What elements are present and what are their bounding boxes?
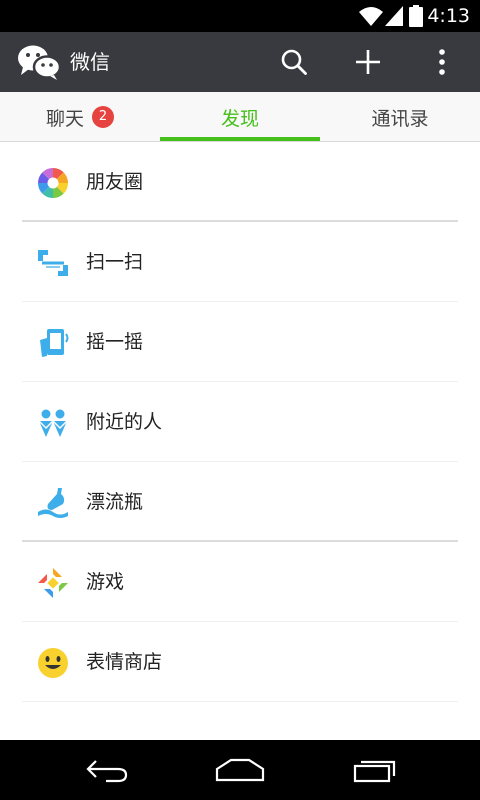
list-item-label: 游戏 (86, 571, 125, 593)
tab-label: 通讯录 (371, 107, 429, 130)
home-button[interactable] (210, 754, 270, 786)
sticker-store-icon (38, 648, 68, 678)
moments-icon (38, 168, 68, 198)
status-bar: 4:13 (0, 0, 480, 32)
wechat-logo-icon (18, 45, 62, 80)
add-button[interactable] (348, 42, 388, 82)
drift-bottle-icon (38, 488, 68, 518)
back-button[interactable] (77, 754, 137, 786)
recent-apps-button[interactable] (345, 754, 405, 786)
row-divider (22, 701, 458, 702)
back-icon (86, 760, 128, 783)
shake-icon (40, 329, 69, 357)
recent-apps-icon (353, 760, 396, 783)
list-item-shake[interactable]: 摇一摇 (0, 302, 480, 382)
list-item-scan[interactable]: 扫一扫 (0, 222, 480, 302)
more-vertical-icon (439, 49, 445, 75)
tab-chats[interactable]: 聊天 2 (0, 92, 160, 142)
status-clock: 4:13 (427, 5, 470, 27)
unread-badge: 2 (92, 106, 114, 128)
scan-icon (38, 250, 68, 276)
list-item-drift-bottle[interactable]: 漂流瓶 (0, 462, 480, 542)
action-bar: 微信 (0, 32, 480, 92)
active-tab-indicator (160, 137, 320, 141)
system-nav-bar (0, 740, 480, 800)
list-item-games[interactable]: 游戏 (0, 542, 480, 622)
list-item-moments[interactable]: 朋友圈 (0, 142, 480, 222)
list-item-sticker-store[interactable]: 表情商店 (0, 622, 480, 702)
search-icon (281, 49, 307, 75)
list-item-label: 附近的人 (86, 411, 163, 433)
signal-icon (385, 6, 403, 26)
list-item-label: 摇一摇 (86, 331, 144, 353)
list-item-label: 扫一扫 (86, 251, 144, 273)
overflow-menu-button[interactable] (422, 42, 462, 82)
app-title: 微信 (70, 50, 110, 74)
tab-bar: 聊天 2 发现 通讯录 (0, 92, 480, 142)
home-icon (215, 758, 265, 782)
plus-icon (356, 50, 380, 74)
wifi-icon (359, 7, 383, 26)
search-button[interactable] (274, 42, 314, 82)
list-item-label: 朋友圈 (86, 171, 144, 193)
games-icon (38, 568, 68, 598)
discover-list: 朋友圈 扫一扫 摇一摇 附近的人 漂流瓶 游戏 表情商店 (0, 142, 480, 702)
list-item-label: 表情商店 (86, 651, 163, 673)
tab-label: 发现 (220, 107, 259, 130)
tab-contacts[interactable]: 通讯录 (320, 92, 480, 142)
list-item-label: 漂流瓶 (86, 491, 144, 513)
people-nearby-icon (38, 409, 68, 437)
tab-discover[interactable]: 发现 (160, 92, 320, 142)
battery-icon (409, 5, 423, 27)
list-item-people-nearby[interactable]: 附近的人 (0, 382, 480, 462)
tab-label: 聊天 (45, 107, 84, 130)
